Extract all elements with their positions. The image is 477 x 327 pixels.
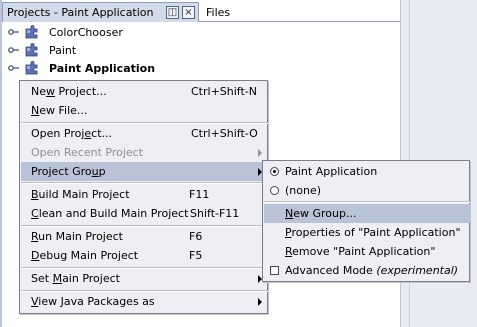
menu-item-set-main-project[interactable]: Set Main Project (21, 269, 268, 288)
submenu-item-advanced-mode[interactable]: Advanced Mode (experimental) (264, 261, 470, 280)
tab-files[interactable]: Files (206, 2, 230, 22)
project-puzzle-icon (25, 43, 38, 57)
netbeans-window: Projects - Paint Application ◫ × Files C… (0, 0, 477, 327)
tab-bar: Projects - Paint Application ◫ × Files (2, 2, 400, 22)
main-project-puzzle-icon (25, 61, 38, 75)
menu-item-project-group[interactable]: Project Group (21, 162, 268, 181)
submenu-item-new-group[interactable]: New Group... (264, 204, 470, 223)
tree-expand-icon[interactable] (8, 44, 20, 56)
maximize-icon[interactable]: ◫ (166, 6, 179, 19)
tab-projects-title: Projects - Paint Application (7, 6, 154, 19)
submenu-arrow-icon (258, 298, 262, 306)
shortcut-label: F5 (189, 249, 203, 262)
tab-projects[interactable]: Projects - Paint Application ◫ × (2, 2, 199, 22)
shortcut-label: F6 (189, 230, 203, 243)
left-edge (0, 0, 2, 327)
submenu-item-properties[interactable]: Properties of "Paint Application" (264, 223, 470, 242)
menu-item-view-java-packages[interactable]: View Java Packages as (21, 292, 268, 311)
menu-item-new-file[interactable]: New File... (21, 101, 268, 120)
submenu-arrow-icon (258, 149, 262, 157)
tree-expand-icon[interactable] (8, 26, 20, 38)
submenu-item-none[interactable]: (none) (264, 181, 470, 200)
menu-item-open-project[interactable]: Open Project... Ctrl+Shift-O (21, 124, 268, 143)
context-menu: New Project... Ctrl+Shift-N New File... … (19, 80, 268, 314)
radio-icon[interactable] (270, 186, 279, 195)
close-icon[interactable]: × (182, 6, 195, 19)
menu-item-open-recent-project: Open Recent Project (21, 143, 268, 162)
menu-item-build-main-project[interactable]: Build Main Project F11 (21, 185, 268, 204)
menu-item-run-main-project[interactable]: Run Main Project F6 (21, 227, 268, 246)
project-puzzle-icon (25, 25, 38, 39)
menu-item-clean-and-build[interactable]: Clean and Build Main Project Shift-F11 (21, 204, 268, 223)
menu-separator (264, 201, 470, 203)
menu-separator (21, 182, 268, 184)
menu-item-debug-main-project[interactable]: Debug Main Project F5 (21, 246, 268, 265)
menu-item-new-project[interactable]: New Project... Ctrl+Shift-N (21, 82, 268, 101)
shortcut-label: F11 (189, 188, 210, 201)
project-group-submenu: Paint Application (none) New Group... Pr… (262, 160, 470, 282)
submenu-item-paint-application[interactable]: Paint Application (264, 162, 470, 181)
shortcut-label: Ctrl+Shift-N (191, 85, 257, 98)
shortcut-label: Ctrl+Shift-O (191, 127, 258, 140)
tree-item-label: Paint Application (49, 61, 156, 75)
shortcut-label: Shift-F11 (190, 207, 240, 220)
tree-item-label: ColorChooser (49, 25, 123, 39)
tree-expand-icon[interactable] (8, 62, 20, 74)
tree-item-label: Paint (49, 43, 77, 57)
submenu-item-remove[interactable]: Remove "Paint Application" (264, 242, 470, 261)
radio-selected-icon[interactable] (270, 167, 279, 176)
checkbox-icon[interactable] (270, 266, 279, 275)
